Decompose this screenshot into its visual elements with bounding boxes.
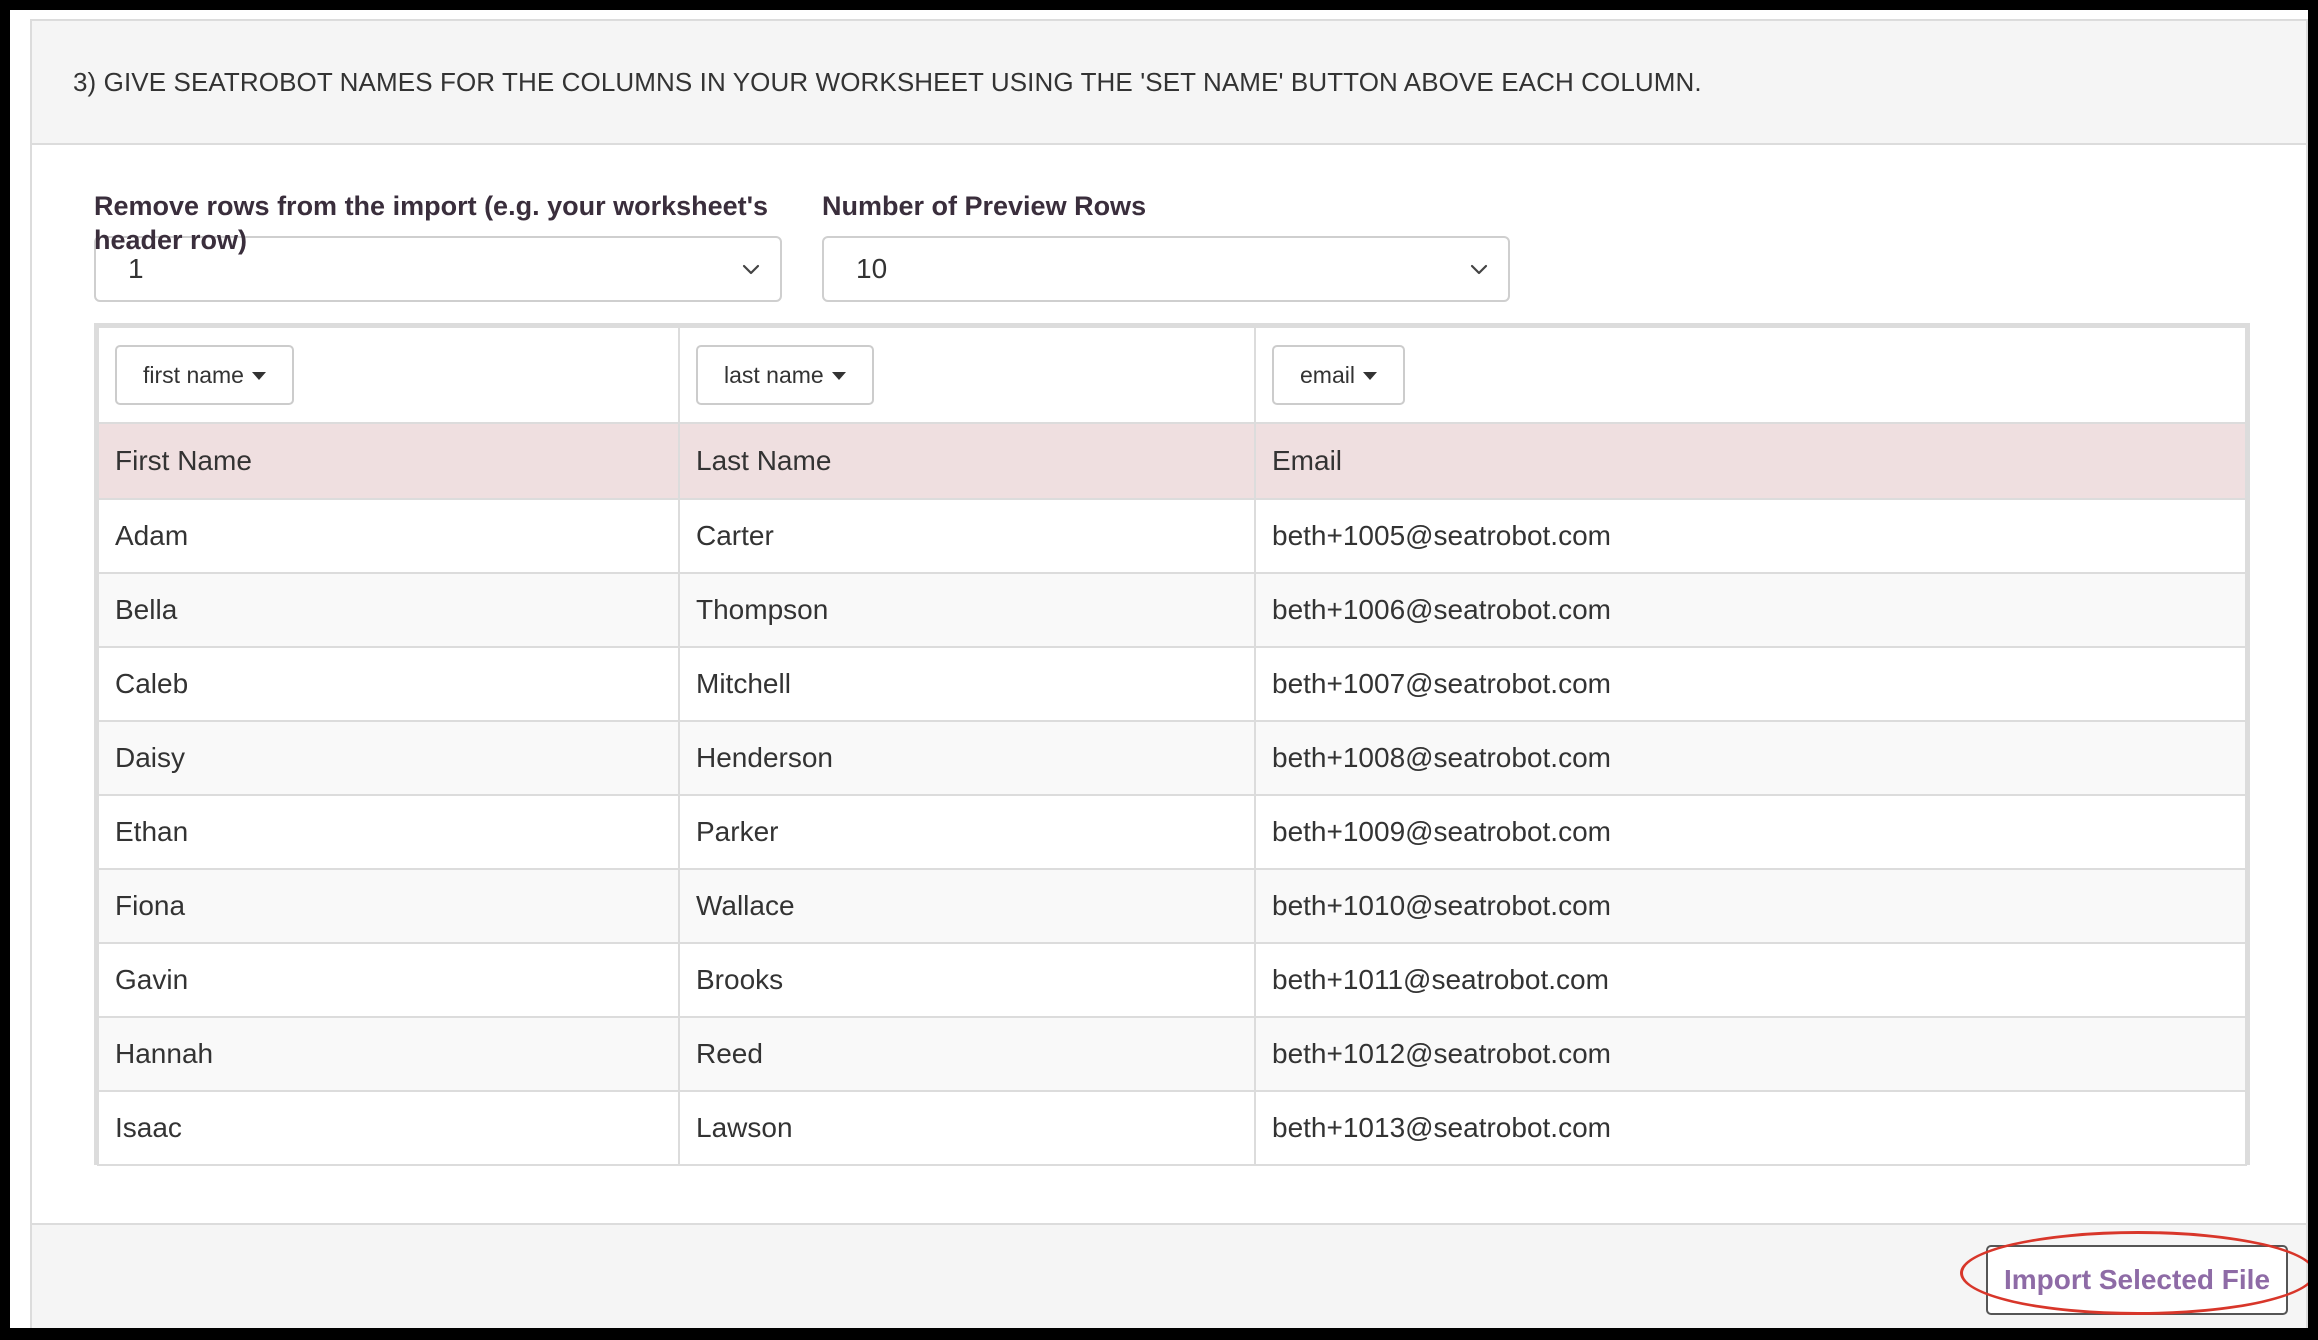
table-row: Caleb Mitchell beth+1007@seatrobot.com bbox=[97, 646, 2247, 722]
table-cell: Henderson bbox=[678, 720, 1256, 796]
table-cell: beth+1012@seatrobot.com bbox=[1254, 1016, 2247, 1092]
step-heading: 3) GIVE SEATROBOT NAMES FOR THE COLUMNS … bbox=[32, 21, 2306, 145]
chevron-down-icon bbox=[742, 264, 760, 275]
table-cell: beth+1010@seatrobot.com bbox=[1254, 868, 2247, 944]
table-cell: beth+1006@seatrobot.com bbox=[1254, 572, 2247, 648]
table-cell: Email bbox=[1254, 422, 2247, 500]
preview-table-wrapper: first name last name email First Name La… bbox=[94, 323, 2250, 1166]
import-selected-file-button[interactable]: Import Selected File bbox=[1986, 1245, 2288, 1315]
preview-rows-control: Number of Preview Rows 10 bbox=[822, 189, 1510, 302]
set-name-label: email bbox=[1300, 361, 1355, 388]
table-row: Ethan Parker beth+1009@seatrobot.com bbox=[97, 794, 2247, 870]
header-data-row: First Name Last Name Email bbox=[97, 422, 2247, 500]
table-row: Hannah Reed beth+1012@seatrobot.com bbox=[97, 1016, 2247, 1092]
set-name-button-first-name[interactable]: first name bbox=[115, 345, 294, 405]
caret-down-icon bbox=[251, 372, 266, 380]
table-cell: Gavin bbox=[97, 942, 680, 1018]
table-cell: Ethan bbox=[97, 794, 680, 870]
table-cell: Carter bbox=[678, 498, 1256, 574]
table-cell: Fiona bbox=[97, 868, 680, 944]
table-row: Bella Thompson beth+1006@seatrobot.com bbox=[97, 572, 2247, 648]
table-cell: Daisy bbox=[97, 720, 680, 796]
remove-rows-control: Remove rows from the import (e.g. your w… bbox=[94, 189, 782, 302]
table-row: Isaac Lawson beth+1013@seatrobot.com bbox=[97, 1090, 2247, 1166]
table-row: Daisy Henderson beth+1008@seatrobot.com bbox=[97, 720, 2247, 796]
table-row: Adam Carter beth+1005@seatrobot.com bbox=[97, 498, 2247, 574]
table-cell: Mitchell bbox=[678, 646, 1256, 722]
table-cell: Adam bbox=[97, 498, 680, 574]
table-cell: beth+1011@seatrobot.com bbox=[1254, 942, 2247, 1018]
table-cell: Wallace bbox=[678, 868, 1256, 944]
table-cell: Isaac bbox=[97, 1090, 680, 1166]
table-cell: beth+1013@seatrobot.com bbox=[1254, 1090, 2247, 1166]
table-cell: beth+1008@seatrobot.com bbox=[1254, 720, 2247, 796]
preview-rows-value: 10 bbox=[856, 253, 888, 284]
table-cell: First Name bbox=[97, 422, 680, 500]
table-cell: Parker bbox=[678, 794, 1256, 870]
table-cell: Bella bbox=[97, 572, 680, 648]
set-name-button-last-name[interactable]: last name bbox=[696, 345, 874, 405]
set-name-label: last name bbox=[724, 361, 824, 388]
import-controls: Remove rows from the import (e.g. your w… bbox=[32, 145, 2306, 325]
caret-down-icon bbox=[831, 372, 846, 380]
table-cell: beth+1005@seatrobot.com bbox=[1254, 498, 2247, 574]
remove-rows-label: Remove rows from the import (e.g. your w… bbox=[94, 191, 769, 255]
table-row: Fiona Wallace beth+1010@seatrobot.com bbox=[97, 868, 2247, 944]
remove-rows-value: 1 bbox=[128, 253, 144, 284]
import-panel: 3) GIVE SEATROBOT NAMES FOR THE COLUMNS … bbox=[30, 19, 2308, 1328]
panel-footer: Import Selected File bbox=[32, 1223, 2306, 1328]
preview-rows-label: Number of Preview Rows bbox=[822, 191, 1147, 221]
table-cell: Brooks bbox=[678, 942, 1256, 1018]
table-cell: beth+1009@seatrobot.com bbox=[1254, 794, 2247, 870]
set-name-button-email[interactable]: email bbox=[1272, 345, 1405, 405]
table-cell: Reed bbox=[678, 1016, 1256, 1092]
table-cell: Lawson bbox=[678, 1090, 1256, 1166]
table-cell: Thompson bbox=[678, 572, 1256, 648]
screenshot-frame: 3) GIVE SEATROBOT NAMES FOR THE COLUMNS … bbox=[10, 10, 2308, 1328]
table-cell: Caleb bbox=[97, 646, 680, 722]
table-row: Gavin Brooks beth+1011@seatrobot.com bbox=[97, 942, 2247, 1018]
set-name-label: first name bbox=[143, 361, 244, 388]
table-cell: Hannah bbox=[97, 1016, 680, 1092]
table-cell: Last Name bbox=[678, 422, 1256, 500]
set-name-cell: email bbox=[1254, 326, 2247, 424]
preview-rows-select[interactable]: 10 bbox=[822, 236, 1510, 302]
caret-down-icon bbox=[1362, 372, 1377, 380]
set-name-row: first name last name email bbox=[97, 326, 2247, 424]
preview-table: first name last name email First Name La… bbox=[97, 326, 2247, 1166]
table-cell: beth+1007@seatrobot.com bbox=[1254, 646, 2247, 722]
set-name-cell: last name bbox=[678, 326, 1256, 424]
chevron-down-icon bbox=[1470, 264, 1488, 275]
set-name-cell: first name bbox=[97, 326, 680, 424]
